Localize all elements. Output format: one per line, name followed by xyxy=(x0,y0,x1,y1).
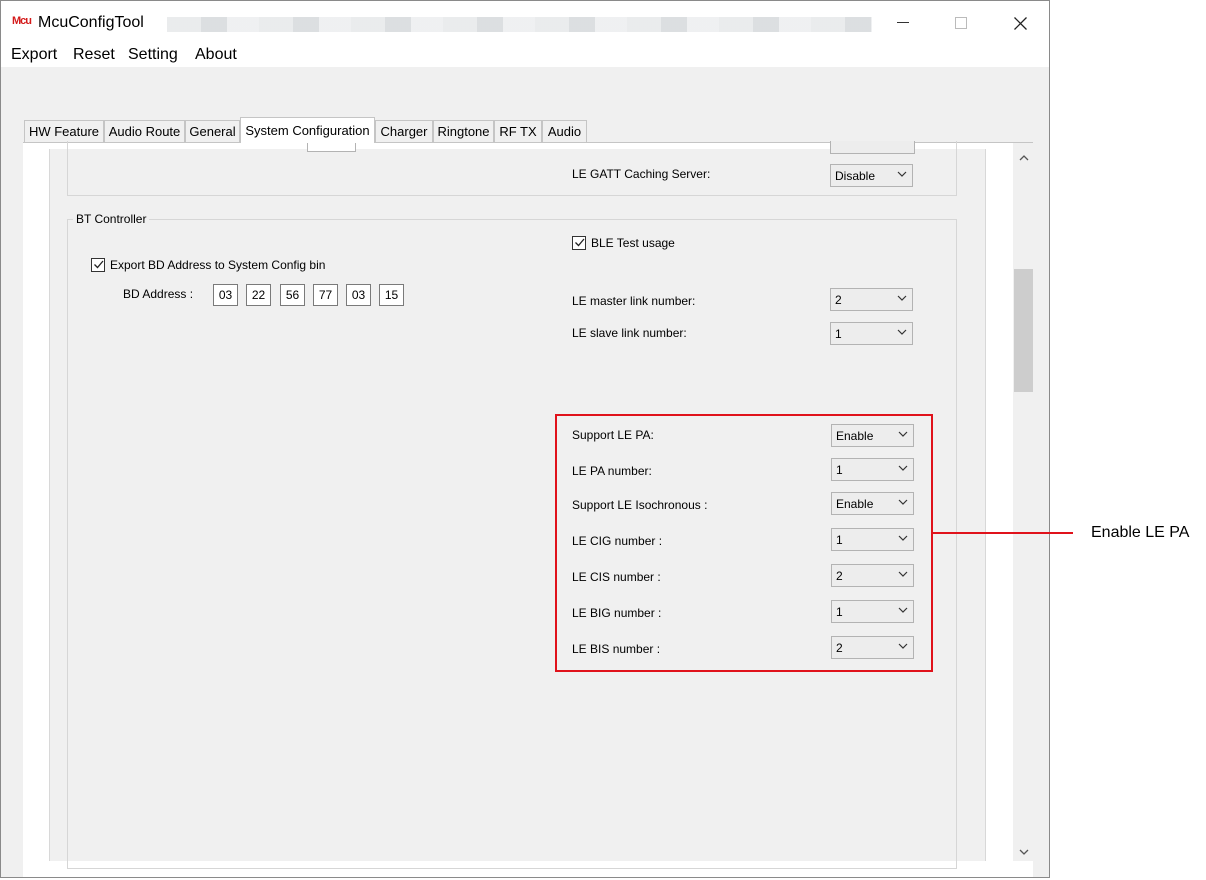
le-gatt-caching-select[interactable]: Disable xyxy=(830,164,913,187)
close-icon xyxy=(1013,16,1027,30)
bd-address-byte-6[interactable]: 15 xyxy=(379,284,404,306)
chevron-down-icon xyxy=(897,295,907,301)
checkmark-icon xyxy=(94,260,104,269)
le-master-select[interactable]: 2 xyxy=(830,288,913,311)
chevron-up-icon xyxy=(1019,155,1028,161)
app-logo-icon: Mcu xyxy=(12,15,32,27)
ble-test-checkbox[interactable] xyxy=(572,236,586,250)
menu-setting[interactable]: Setting xyxy=(128,46,178,64)
redacted-title-path xyxy=(167,17,872,32)
menu-export[interactable]: Export xyxy=(11,46,57,64)
partial-combo-box[interactable] xyxy=(830,141,915,154)
export-bd-checkbox[interactable] xyxy=(91,258,105,272)
scrollbar-thumb[interactable] xyxy=(1014,269,1033,392)
window-title: McuConfigTool xyxy=(38,14,144,31)
vertical-scrollbar[interactable] xyxy=(1013,143,1033,861)
le-slave-label: LE slave link number: xyxy=(572,326,687,340)
callout-label: Enable LE PA xyxy=(1091,524,1190,541)
le-slave-select[interactable]: 1 xyxy=(830,322,913,345)
minimize-button[interactable] xyxy=(880,9,926,37)
tab-rf-tx[interactable]: RF TX xyxy=(494,120,542,142)
close-button[interactable] xyxy=(997,9,1043,37)
le-slave-value: 1 xyxy=(835,327,842,341)
scroll-up-button[interactable] xyxy=(1014,149,1033,167)
chevron-down-icon xyxy=(1019,849,1028,855)
bd-address-byte-4[interactable]: 77 xyxy=(313,284,338,306)
callout-line xyxy=(933,532,1073,534)
maximize-icon xyxy=(955,17,967,29)
tab-audio-route[interactable]: Audio Route xyxy=(104,120,185,142)
le-master-value: 2 xyxy=(835,293,842,307)
maximize-button[interactable] xyxy=(938,9,984,37)
bd-address-byte-2[interactable]: 22 xyxy=(246,284,271,306)
ble-test-label: BLE Test usage xyxy=(591,236,675,250)
tab-hw-feature[interactable]: HW Feature xyxy=(24,120,104,142)
tab-system-configuration[interactable]: System Configuration xyxy=(240,117,375,143)
le-gatt-caching-label: LE GATT Caching Server: xyxy=(572,167,711,181)
le-master-label: LE master link number: xyxy=(572,294,696,308)
bd-address-byte-5[interactable]: 03 xyxy=(346,284,371,306)
menu-about[interactable]: About xyxy=(195,46,237,64)
tab-ringtone[interactable]: Ringtone xyxy=(433,120,494,142)
tab-general[interactable]: General xyxy=(185,120,240,142)
le-pa-highlight-box xyxy=(555,414,933,672)
bd-address-byte-3[interactable]: 56 xyxy=(280,284,305,306)
bd-address-byte-1[interactable]: 03 xyxy=(213,284,238,306)
tab-charger[interactable]: Charger xyxy=(375,120,433,142)
menu-reset[interactable]: Reset xyxy=(73,46,115,64)
checkmark-icon xyxy=(575,238,585,247)
export-bd-label: Export BD Address to System Config bin xyxy=(110,258,326,272)
chevron-down-icon xyxy=(897,329,907,335)
chevron-down-icon xyxy=(897,171,907,177)
le-gatt-caching-value: Disable xyxy=(835,169,876,183)
scroll-down-button[interactable] xyxy=(1014,843,1033,861)
bd-address-label: BD Address : xyxy=(123,287,194,301)
bt-controller-title: BT Controller xyxy=(73,212,150,226)
previous-group-box xyxy=(67,141,957,196)
tab-audio[interactable]: Audio xyxy=(542,120,587,142)
minimize-icon xyxy=(897,22,909,23)
